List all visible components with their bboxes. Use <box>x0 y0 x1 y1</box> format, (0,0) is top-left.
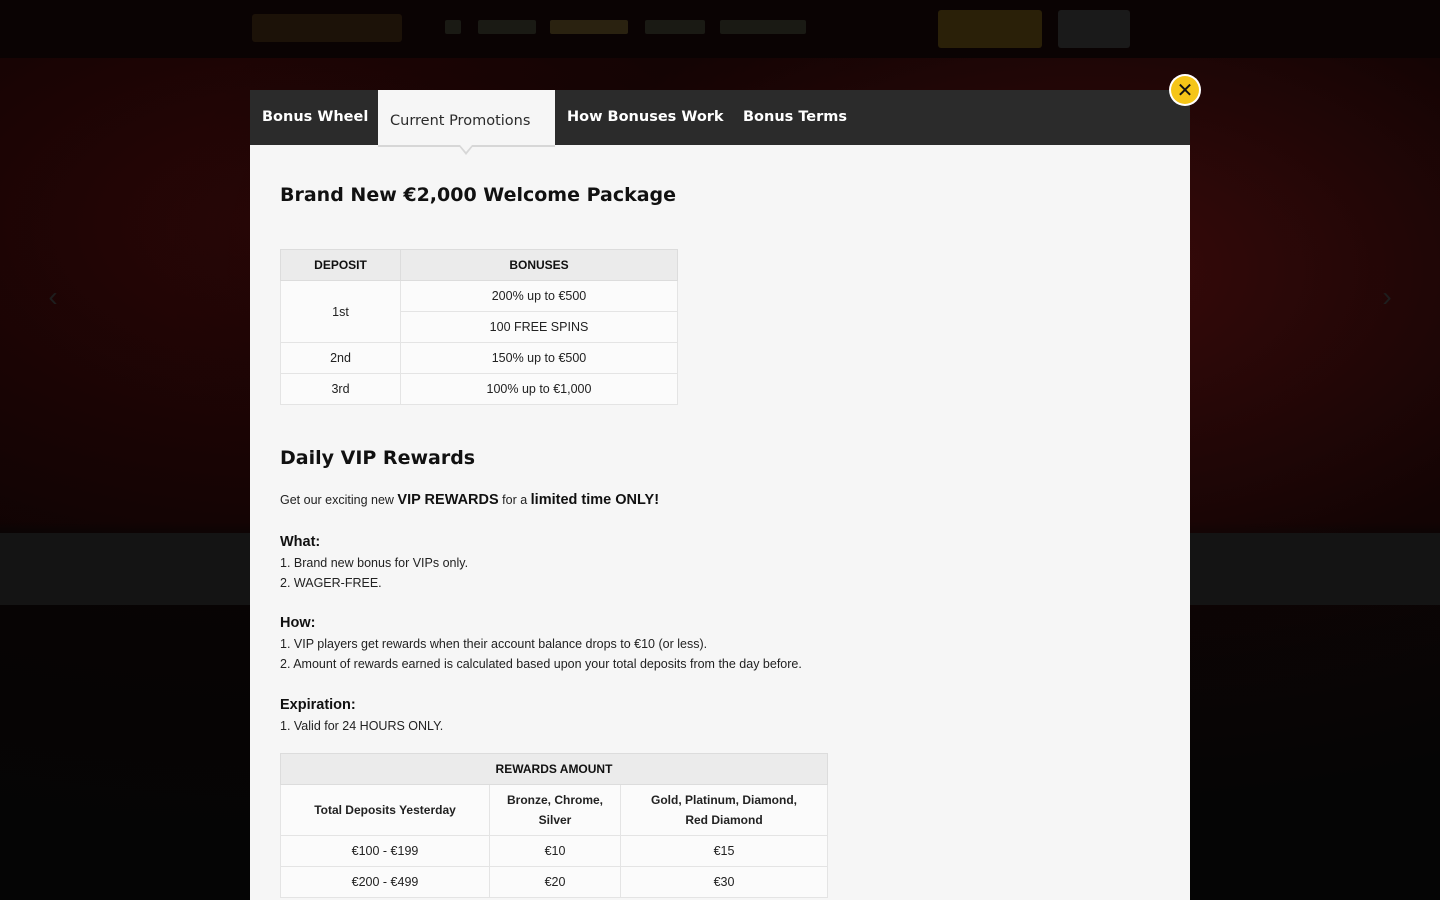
bonus-cell: 100% up to €1,000 <box>400 373 678 405</box>
table-subheader-row: Total Deposits Yesterday Bronze, Chrome,… <box>280 784 828 836</box>
promotions-modal: Bonus Wheel Current Promotions How Bonus… <box>250 90 1190 900</box>
background-logo <box>252 14 402 42</box>
deposit-cell: 1st <box>280 280 401 343</box>
table-header-row: REWARDS AMOUNT <box>280 753 828 785</box>
table-row: 1st 200% up to €500 <box>280 280 678 343</box>
vip-intro-middle: for a <box>498 493 531 507</box>
rewards-amount-table: REWARDS AMOUNT Total Deposits Yesterday … <box>280 753 828 898</box>
expiration-heading: Expiration: <box>280 697 356 713</box>
table-row: 2nd 150% up to €500 <box>280 342 678 374</box>
background-next-arrow-icon: › <box>1382 281 1392 312</box>
table-row: 3rd 100% up to €1,000 <box>280 373 678 405</box>
bronze-tier-header: Bronze, Chrome, Silver <box>489 784 621 836</box>
rewards-amount-header: REWARDS AMOUNT <box>280 753 828 785</box>
bonus-cell: 100 FREE SPINS <box>400 311 678 343</box>
table-row: €200 - €499 €20 €30 <box>280 866 828 898</box>
close-icon[interactable]: ✕ <box>1171 76 1199 104</box>
tab-how-bonuses-work[interactable]: How Bonuses Work <box>555 90 736 145</box>
expiration-item: 1. Valid for 24 HOURS ONLY. <box>280 719 444 733</box>
background-nav-item <box>720 20 806 34</box>
background-nav-item <box>550 20 628 34</box>
daily-vip-rewards-title: Daily VIP Rewards <box>280 447 476 469</box>
active-tab-pointer-fill <box>460 145 472 152</box>
welcome-package-title: Brand New €2,000 Welcome Package <box>280 184 677 206</box>
gold-reward-cell: €15 <box>620 835 828 867</box>
table-row: €100 - €199 €10 €15 <box>280 835 828 867</box>
what-item: 1. Brand new bonus for VIPs only. <box>280 556 469 570</box>
what-heading: What: <box>280 534 321 550</box>
deposit-range-cell: €100 - €199 <box>280 835 490 867</box>
deposit-range-cell: €200 - €499 <box>280 866 490 898</box>
vip-intro-prefix: Get our exciting new <box>280 493 398 507</box>
table-header-row: DEPOSIT BONUSES <box>280 249 678 281</box>
bonus-cell: 150% up to €500 <box>400 342 678 374</box>
how-heading: How: <box>280 615 316 631</box>
how-item: 2. Amount of rewards earned is calculate… <box>280 657 802 671</box>
bonuses-header: BONUSES <box>400 249 678 281</box>
deposit-cell: 3rd <box>280 373 401 405</box>
how-item: 1. VIP players get rewards when their ac… <box>280 637 708 651</box>
vip-intro-highlight: VIP REWARDS <box>397 492 499 508</box>
gold-tier-header: Gold, Platinum, Diamond, Red Diamond <box>620 784 828 836</box>
background-prev-arrow-icon: ‹ <box>48 281 58 312</box>
bronze-tier-header-line1: Bronze, Chrome, <box>506 793 603 807</box>
gold-reward-cell: €30 <box>620 866 828 898</box>
modal-tab-bar: Bonus Wheel Current Promotions How Bonus… <box>250 90 1190 145</box>
bonus-cell: 200% up to €500 <box>400 280 678 312</box>
background-nav-item <box>645 20 705 34</box>
tab-bonus-terms[interactable]: Bonus Terms <box>731 90 859 145</box>
bronze-reward-cell: €10 <box>489 835 621 867</box>
background-signup-button <box>938 10 1042 48</box>
bronze-tier-header-line2: Silver <box>538 813 572 827</box>
gold-tier-header-line1: Gold, Platinum, Diamond, <box>650 793 797 807</box>
total-deposits-header: Total Deposits Yesterday <box>280 784 490 836</box>
background-login-button <box>1058 10 1130 48</box>
what-item: 2. WAGER-FREE. <box>280 576 382 590</box>
deposit-header: DEPOSIT <box>280 249 401 281</box>
gold-tier-header-line2: Red Diamond <box>685 813 763 827</box>
tab-bonus-wheel[interactable]: Bonus Wheel <box>250 90 380 145</box>
deposit-cell: 2nd <box>280 342 401 374</box>
background-nav-item <box>478 20 536 34</box>
bronze-reward-cell: €20 <box>489 866 621 898</box>
welcome-bonus-table: DEPOSIT BONUSES 1st 200% up to €500 100 … <box>280 249 678 405</box>
background-home-icon <box>445 20 461 34</box>
vip-intro: Get our exciting new VIP REWARDS for a l… <box>280 490 659 510</box>
vip-intro-emphasis: limited time ONLY! <box>530 492 660 508</box>
tab-current-promotions[interactable]: Current Promotions <box>378 90 555 145</box>
